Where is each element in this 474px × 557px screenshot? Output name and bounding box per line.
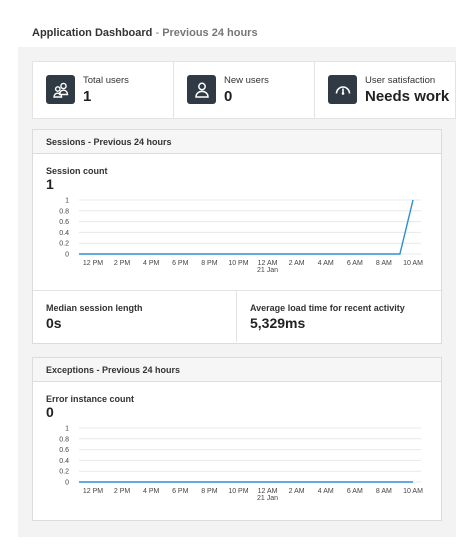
x-tick-label: 2 PM <box>114 488 131 495</box>
x-tick-label: 12 AM <box>258 260 278 267</box>
series-line <box>79 199 414 255</box>
y-tick-label: 0.2 <box>59 241 69 248</box>
x-tick-label: 10 PM <box>228 260 248 267</box>
x-tick-label: 12 AM <box>258 488 278 495</box>
y-tick-label: 0.8 <box>59 436 69 443</box>
y-tick-label: 0 <box>65 252 69 259</box>
time-range[interactable]: Previous 24 hours <box>162 27 257 39</box>
y-tick-label: 0.2 <box>59 469 69 476</box>
page-title: Application Dashboard <box>32 27 153 39</box>
x-tick-label: 10 AM <box>403 260 423 267</box>
summary-tiles: Total users 1 New users 0 User satisfact… <box>32 61 456 119</box>
tile-new-users[interactable]: New users 0 <box>174 62 315 118</box>
median-session-stat: Median session length 0s <box>33 291 237 342</box>
stat-value: 5,329ms <box>250 315 306 331</box>
x-tick-label: 6 AM <box>347 488 363 495</box>
session-stats: Median session length 0s Average load ti… <box>33 290 441 342</box>
chart-metric-label: Error instance count <box>46 394 135 404</box>
x-tick-label: 4 AM <box>318 488 334 495</box>
chart-metric-label: Session count <box>46 166 108 176</box>
x-tick-label: 10 PM <box>228 488 248 495</box>
x-tick-label: 4 PM <box>143 488 160 495</box>
x-tick-label: 8 PM <box>201 488 218 495</box>
y-tick-label: 1 <box>65 198 69 205</box>
x-tick-label: 6 PM <box>172 488 189 495</box>
x-tick-label: 12 PM <box>83 488 103 495</box>
x-tick-label: 2 AM <box>289 260 305 267</box>
y-tick-label: 1 <box>65 426 69 433</box>
sessions-panel: Sessions - Previous 24 hours Session cou… <box>32 129 442 344</box>
panel-title: Exceptions - Previous 24 hours <box>33 358 441 382</box>
x-tick-label: 10 AM <box>403 488 423 495</box>
y-tick-label: 0 <box>65 480 69 487</box>
tile-label: New users <box>224 75 269 86</box>
exceptions-chart[interactable]: 0 0.2 0.4 0.6 0.8 1 12 PM 2 PM 4 PM 6 PM 8 PM 10 PM… <box>33 424 441 512</box>
tile-total-users[interactable]: Total users 1 <box>33 62 174 118</box>
tile-value: 0 <box>224 88 233 105</box>
sessions-chart[interactable]: 0 0.2 0.4 0.6 0.8 1 12 PM 2 PM 4 PM 6 PM 8 PM 10 PM… <box>33 196 441 284</box>
load-time-stat: Average load time for recent activity 5,… <box>237 291 441 342</box>
y-tick-label: 0.4 <box>59 230 69 237</box>
user-icon <box>187 75 216 104</box>
chart-metric-value: 0 <box>46 404 54 420</box>
stat-label: Median session length <box>46 303 143 313</box>
x-tick-label: 12 PM <box>83 260 103 267</box>
y-tick-label: 0.6 <box>59 447 69 454</box>
tile-label: User satisfaction <box>365 75 436 86</box>
x-tick-label: 4 PM <box>143 260 160 267</box>
panel-title: Sessions - Previous 24 hours <box>33 130 441 154</box>
y-tick-label: 0.6 <box>59 219 69 226</box>
header-separator: - <box>152 27 163 39</box>
exceptions-panel: Exceptions - Previous 24 hours Error ins… <box>32 357 442 521</box>
x-tick-label: 4 AM <box>318 260 334 267</box>
x-tick-label: 8 PM <box>201 260 218 267</box>
x-tick-sublabel: 21 Jan <box>257 267 278 274</box>
tile-value: 1 <box>83 88 92 105</box>
x-tick-sublabel: 21 Jan <box>257 495 278 502</box>
page-header: Application Dashboard - Previous 24 hour… <box>32 27 258 39</box>
y-tick-label: 0.8 <box>59 208 69 215</box>
stat-label: Average load time for recent activity <box>250 303 405 313</box>
stat-value: 0s <box>46 315 62 331</box>
x-tick-label: 8 AM <box>376 488 392 495</box>
x-tick-label: 2 AM <box>289 488 305 495</box>
users-icon <box>46 75 75 104</box>
x-tick-label: 2 PM <box>114 260 131 267</box>
x-tick-label: 6 PM <box>172 260 189 267</box>
y-tick-label: 0.4 <box>59 458 69 465</box>
x-tick-label: 6 AM <box>347 260 363 267</box>
tile-user-satisfaction[interactable]: User satisfaction Needs work <box>315 62 455 118</box>
x-tick-label: 8 AM <box>376 260 392 267</box>
gauge-icon <box>328 75 357 104</box>
tile-label: Total users <box>83 75 129 86</box>
tile-value: Needs work <box>365 88 450 105</box>
chart-metric-value: 1 <box>46 176 54 192</box>
